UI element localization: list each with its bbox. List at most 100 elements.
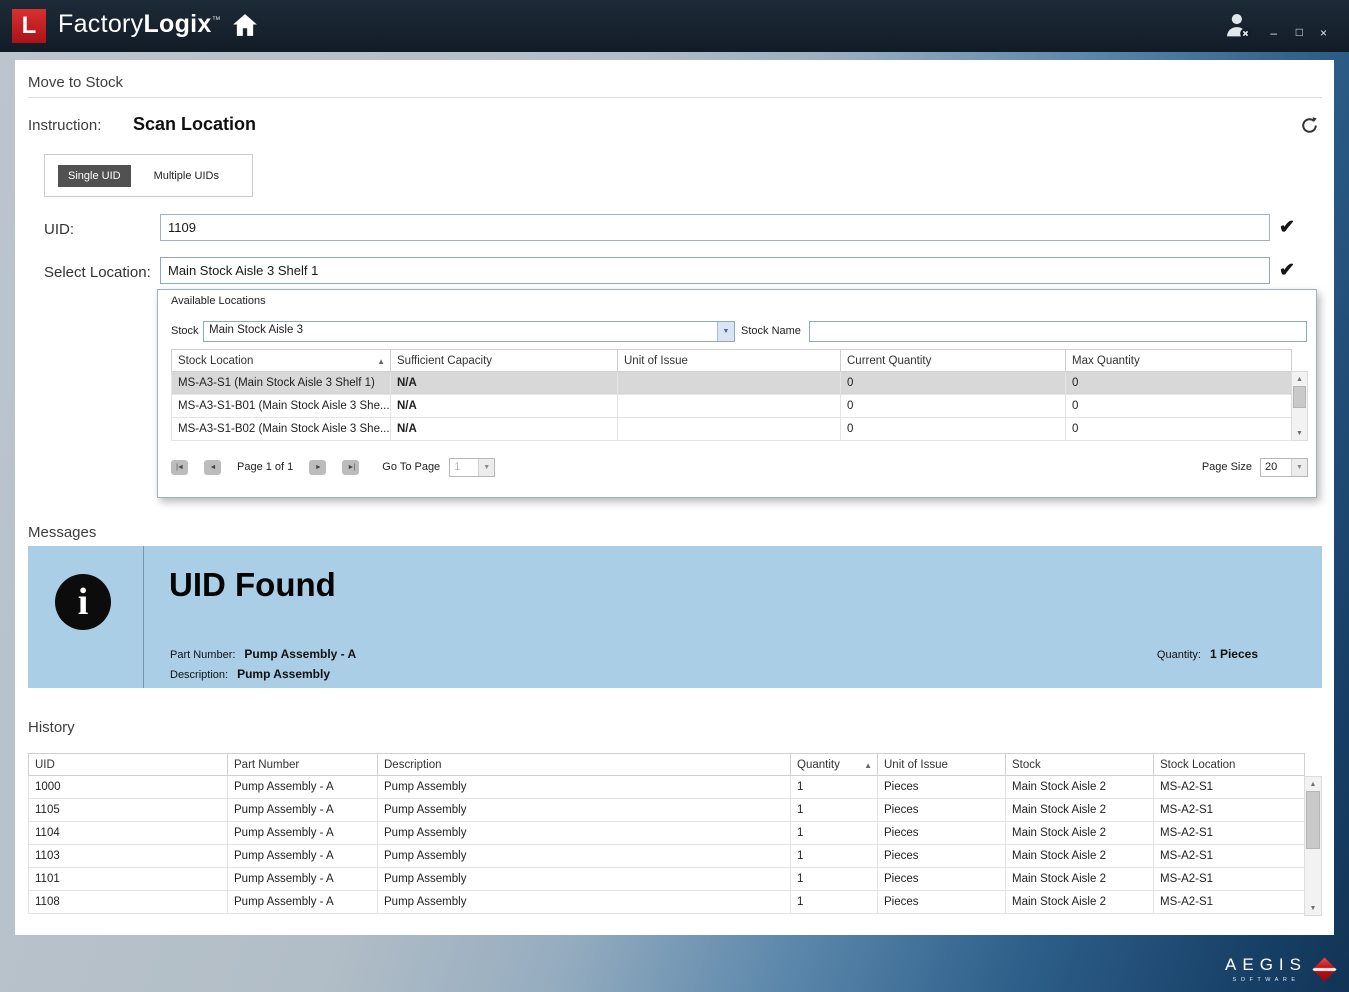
table-cell: 1000 [29, 776, 228, 799]
scroll-up-icon[interactable]: ▲ [1305, 777, 1321, 791]
uid-label: UID: [44, 221, 74, 238]
close-button[interactable]: × [1320, 26, 1327, 40]
sort-ascending-icon: ▲ [377, 357, 385, 366]
table-cell: 1108 [29, 891, 228, 914]
column-label: Stock [1012, 759, 1041, 771]
column-label: Stock Location [178, 355, 253, 367]
table-cell: Main Stock Aisle 2 [1006, 799, 1154, 822]
part-number-label: Part Number: [170, 649, 235, 661]
column-label: Unit of Issue [624, 355, 688, 367]
table-cell: 1 [791, 891, 878, 914]
stock-filter-label: Stock [171, 325, 199, 337]
stock-name-filter-input[interactable] [809, 321, 1307, 342]
sort-ascending-icon: ▲ [864, 761, 872, 770]
column-header-sufficient-capacity[interactable]: Sufficient Capacity [391, 350, 618, 372]
column-label: Current Quantity [847, 355, 931, 367]
table-cell: Pump Assembly [378, 845, 791, 868]
table-row[interactable]: 1104Pump Assembly - APump Assembly1Piece… [29, 822, 1305, 845]
pager-first-button[interactable]: |◄ [171, 460, 188, 475]
page-size-combobox[interactable]: 20 ▼ [1260, 458, 1308, 477]
table-cell: MS-A2-S1 [1154, 891, 1305, 914]
pager-next-button[interactable]: ► [309, 460, 326, 475]
stock-filter-combobox[interactable]: Main Stock Aisle 3 ▼ [203, 321, 735, 342]
scrollbar-thumb[interactable] [1306, 791, 1320, 849]
trademark: ™ [212, 15, 221, 25]
table-cell: MS-A2-S1 [1154, 799, 1305, 822]
table-cell: Main Stock Aisle 2 [1006, 776, 1154, 799]
column-header-unit-of-issue[interactable]: Unit of Issue [618, 350, 841, 372]
location-valid-check-icon: ✔ [1279, 259, 1295, 282]
column-header-part-number[interactable]: Part Number [228, 754, 378, 776]
messages-title: Messages [28, 524, 96, 541]
tab-single-uid[interactable]: Single UID [58, 165, 131, 187]
user-logout-icon[interactable] [1223, 10, 1253, 42]
goto-page-combobox[interactable]: ▼ [449, 458, 495, 477]
column-header-max-quantity[interactable]: Max Quantity [1066, 350, 1292, 372]
goto-page-input[interactable] [450, 459, 478, 476]
locations-pager: |◄ ◄ Page 1 of 1 ► ►| Go To Page ▼ Page … [171, 454, 1308, 480]
table-row[interactable]: MS-A3-S1 (Main Stock Aisle 3 Shelf 1)N/A… [172, 372, 1292, 395]
locations-scrollbar[interactable]: ▲ ▼ [1291, 371, 1308, 441]
table-cell: Pieces [878, 799, 1006, 822]
uid-input[interactable] [160, 214, 1270, 241]
scroll-down-icon[interactable]: ▼ [1305, 901, 1321, 915]
scroll-down-icon[interactable]: ▼ [1292, 426, 1307, 440]
column-header-uid[interactable]: UID [29, 754, 228, 776]
tab-multiple-uids[interactable]: Multiple UIDs [154, 170, 219, 182]
table-row[interactable]: 1105Pump Assembly - APump Assembly1Piece… [29, 799, 1305, 822]
select-location-label: Select Location: [44, 264, 151, 281]
table-cell: 1104 [29, 822, 228, 845]
column-label: Unit of Issue [884, 759, 948, 771]
scroll-up-icon[interactable]: ▲ [1292, 372, 1307, 386]
table-row[interactable]: 1000Pump Assembly - APump Assembly1Piece… [29, 776, 1305, 799]
table-cell: Pump Assembly [378, 822, 791, 845]
table-row[interactable]: MS-A3-S1-B02 (Main Stock Aisle 3 She...N… [172, 418, 1292, 441]
column-header-stock[interactable]: Stock [1006, 754, 1154, 776]
page-size-label: Page Size [1202, 461, 1252, 473]
brand-name: AEGIS [1225, 955, 1307, 975]
app-title-part1: Factory [58, 10, 143, 38]
column-header-unit-of-issue[interactable]: Unit of Issue [878, 754, 1006, 776]
scrollbar-thumb[interactable] [1293, 386, 1306, 408]
table-cell: 1 [791, 845, 878, 868]
maximize-button[interactable]: □ [1296, 25, 1303, 39]
table-cell: 1 [791, 868, 878, 891]
pager-previous-button[interactable]: ◄ [204, 460, 221, 475]
column-header-stock-location[interactable]: Stock Location [1154, 754, 1305, 776]
chevron-down-icon[interactable]: ▼ [717, 322, 734, 341]
table-row[interactable]: MS-A3-S1-B01 (Main Stock Aisle 3 She...N… [172, 395, 1292, 418]
table-row[interactable]: 1101Pump Assembly - APump Assembly1Piece… [29, 868, 1305, 891]
brand-subtitle: SOFTWARE [1233, 977, 1300, 983]
page-size-value: 20 [1261, 459, 1291, 476]
home-icon[interactable] [232, 13, 258, 37]
table-cell: N/A [391, 372, 618, 395]
table-cell: 0 [841, 372, 1066, 395]
table-cell: MS-A2-S1 [1154, 776, 1305, 799]
table-cell [618, 372, 841, 395]
titlebar: L FactoryLogix™ – □ × [0, 0, 1349, 52]
refresh-icon[interactable] [1300, 116, 1319, 135]
chevron-down-icon[interactable]: ▼ [478, 459, 494, 476]
column-header-description[interactable]: Description [378, 754, 791, 776]
minimize-button[interactable]: – [1270, 26, 1277, 40]
table-row[interactable]: 1108Pump Assembly - APump Assembly1Piece… [29, 891, 1305, 914]
chevron-down-icon[interactable]: ▼ [1291, 459, 1307, 476]
pager-last-button[interactable]: ►| [342, 460, 359, 475]
select-location-input[interactable] [160, 257, 1270, 284]
column-label: Description [384, 759, 442, 771]
table-cell: MS-A3-S1-B02 (Main Stock Aisle 3 She... [172, 418, 391, 441]
column-header-quantity[interactable]: Quantity ▲ [791, 754, 878, 776]
table-cell: Pieces [878, 822, 1006, 845]
table-cell: Main Stock Aisle 2 [1006, 868, 1154, 891]
main-panel: Move to Stock Instruction: Scan Location… [15, 60, 1334, 935]
column-header-current-quantity[interactable]: Current Quantity [841, 350, 1066, 372]
description-label: Description: [170, 669, 228, 681]
table-cell: Pieces [878, 776, 1006, 799]
history-scrollbar[interactable]: ▲ ▼ [1304, 776, 1322, 916]
table-cell: 1 [791, 799, 878, 822]
quantity-label: Quantity: [1157, 649, 1201, 661]
table-cell: 0 [1066, 418, 1292, 441]
column-header-stock-location[interactable]: Stock Location ▲ [172, 350, 391, 372]
table-row[interactable]: 1103Pump Assembly - APump Assembly1Piece… [29, 845, 1305, 868]
table-cell: Pump Assembly [378, 868, 791, 891]
